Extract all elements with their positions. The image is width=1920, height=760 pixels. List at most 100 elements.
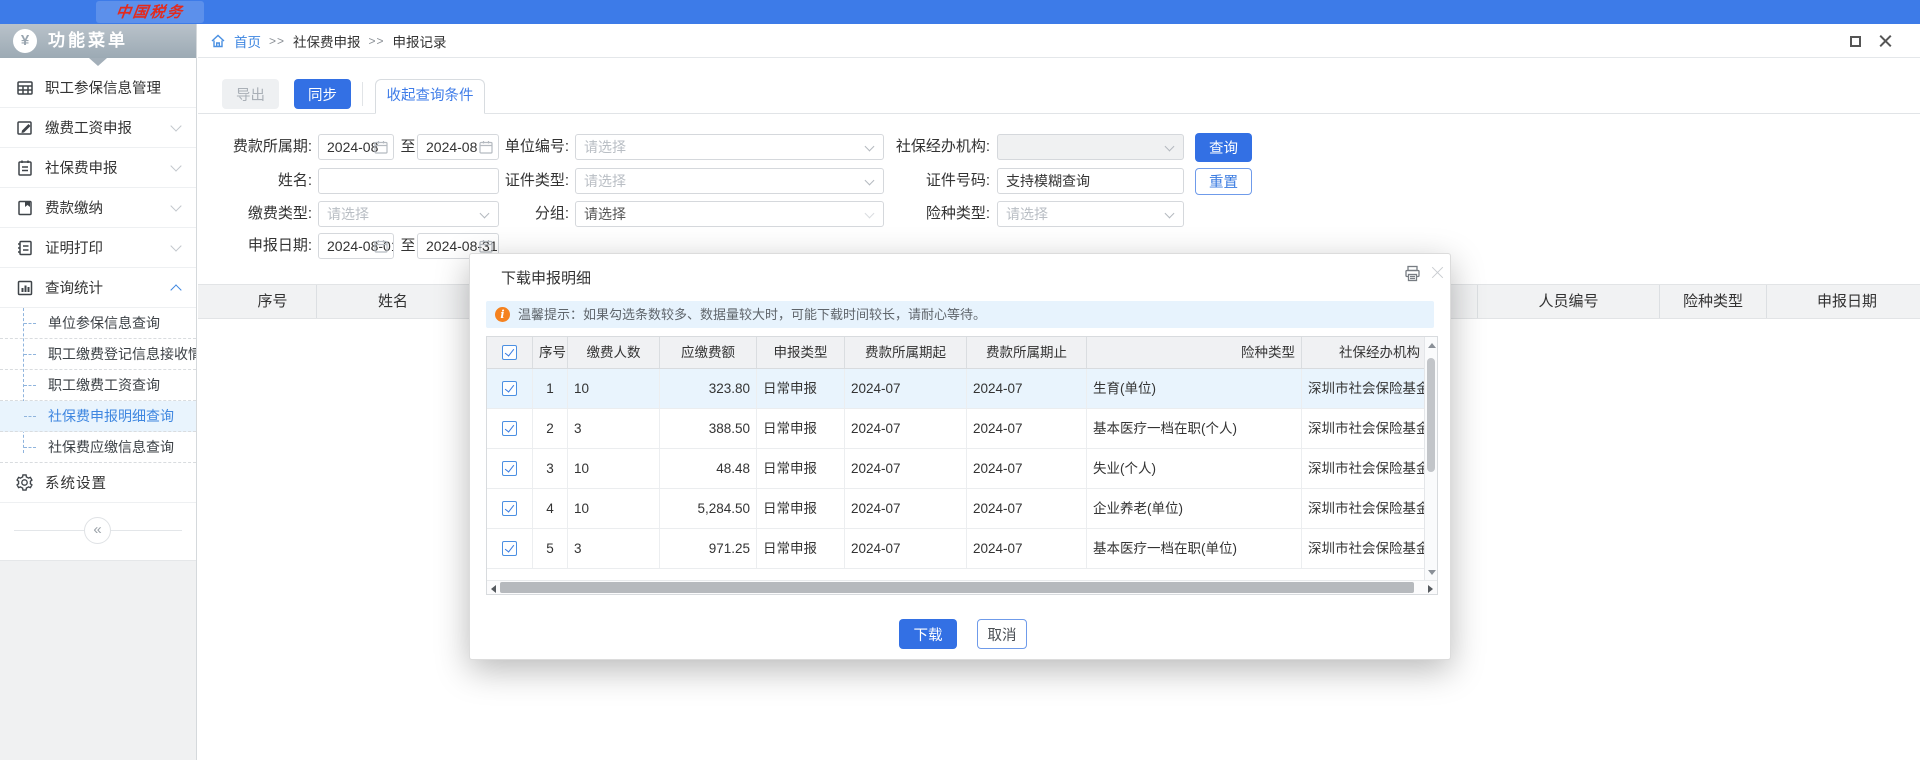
cell-insurance: 失业(个人) [1087, 449, 1302, 488]
query-button[interactable]: 查询 [1195, 133, 1252, 162]
select-all-checkbox[interactable] [502, 345, 517, 360]
sidebar-item-settings[interactable]: 系统设置 [0, 463, 196, 503]
cell-no: 3 [533, 449, 568, 488]
chevron-icon [170, 160, 181, 171]
table-row[interactable]: 4 10 5,284.50 日常申报 2024-07 2024-07 企业养老(… [487, 489, 1437, 529]
sidebar-item[interactable]: 证明打印 [0, 228, 196, 268]
sidebar-item-label: 社保费申报 [45, 157, 118, 178]
table-row[interactable]: 5 3 971.25 日常申报 2024-07 2024-07 基本医疗一档在职… [487, 529, 1437, 569]
cell-type: 日常申报 [757, 529, 845, 568]
row-checkbox[interactable] [502, 541, 517, 556]
results-header-cell: 姓名 [317, 285, 470, 319]
cert-type-select[interactable]: 请选择 [575, 168, 884, 194]
export-button[interactable]: 导出 [222, 79, 279, 109]
results-header-cell: 申报日期 [1767, 285, 1920, 319]
select-all-cell [487, 337, 533, 368]
modal-title: 下载申报明细 [501, 267, 591, 288]
name-label: 姓名: [208, 168, 312, 194]
sidebar-item[interactable]: 查询统计 [0, 268, 196, 308]
cell-insurance: 基本医疗一档在职(个人) [1087, 409, 1302, 448]
cancel-button[interactable]: 取消 [977, 619, 1027, 649]
close-icon[interactable] [1879, 35, 1892, 48]
sidebar-subitem[interactable]: 职工缴费工资查询 [0, 370, 196, 401]
table-row[interactable]: 2 3 388.50 日常申报 2024-07 2024-07 基本医疗一档在职… [487, 409, 1437, 449]
horizontal-scroll-thumb[interactable] [500, 582, 1414, 593]
sidebar-subitem[interactable]: 社保费应缴信息查询 [0, 432, 196, 463]
breadcrumb-bar: 首页 >> 社保费申报 >> 申报记录 [198, 24, 1920, 58]
cell-agency: 深圳市社会保险基金管理 [1302, 529, 1426, 568]
cell-period-from: 2024-07 [845, 489, 967, 528]
period-label: 费款所属期: [208, 134, 312, 160]
sidebar-item[interactable]: 缴费工资申报 [0, 108, 196, 148]
cell-insurance: 企业养老(单位) [1087, 489, 1302, 528]
sidebar-menu: 职工参保信息管理 缴费工资申报 社保费申报 费款缴纳 [0, 68, 196, 308]
cell-type: 日常申报 [757, 449, 845, 488]
sidebar-item[interactable]: 费款缴纳 [0, 188, 196, 228]
horizontal-scrollbar[interactable] [487, 580, 1437, 594]
cell-count: 3 [568, 529, 660, 568]
to-label: 至 [400, 134, 416, 160]
download-button[interactable]: 下载 [899, 619, 957, 649]
results-header-cell: 序号 [229, 285, 317, 319]
check-icon [505, 542, 514, 552]
cell-amount: 5,284.50 [660, 489, 757, 528]
period-from-input[interactable]: 2024-08 [318, 134, 394, 160]
sidebar-subitem[interactable]: 职工缴费登记信息接收情 [0, 339, 196, 370]
header-triangle-icon [89, 58, 107, 66]
yuan-icon: ¥ [13, 29, 37, 53]
group-label: 分组: [443, 201, 569, 227]
declare-from-input[interactable]: 2024-08-01 [318, 233, 394, 259]
cell-amount: 971.25 [660, 529, 757, 568]
sync-button[interactable]: 同步 [294, 79, 351, 109]
collapse-query-tab[interactable]: 收起查询条件 [375, 79, 485, 114]
row-checkbox[interactable] [502, 421, 517, 436]
reset-button[interactable]: 重置 [1195, 168, 1252, 195]
print-icon[interactable] [1404, 265, 1421, 282]
table-row[interactable]: 1 10 323.80 日常申报 2024-07 2024-07 生育(单位) … [487, 369, 1437, 409]
chevron-icon [170, 240, 181, 251]
scroll-down-icon[interactable] [1428, 570, 1436, 575]
sidebar-item-label: 缴费工资申报 [45, 117, 132, 138]
modal-tip-text: 温馨提示：如果勾选条数较多、数据量较大时，可能下载时间较长，请耐心等待。 [518, 307, 986, 322]
unit-select[interactable]: 请选择 [575, 134, 884, 160]
row-checkbox[interactable] [502, 501, 517, 516]
calendar-icon [479, 239, 493, 253]
row-checkbox[interactable] [502, 461, 517, 476]
scroll-up-icon[interactable] [1428, 343, 1436, 348]
vertical-scroll-thumb[interactable] [1427, 358, 1435, 472]
scroll-right-icon[interactable] [1428, 585, 1433, 593]
sidebar-item-label: 费款缴纳 [45, 197, 103, 218]
sidebar-subitem[interactable]: 社保费申报明细查询 [0, 401, 196, 432]
check-icon [505, 346, 514, 356]
receipt-icon [16, 239, 34, 257]
cell-period-to: 2024-07 [967, 369, 1087, 408]
modal-close-icon[interactable] [1431, 267, 1444, 280]
sidebar-collapse-button[interactable]: « [84, 517, 111, 544]
chevron-icon [170, 284, 181, 295]
vertical-scrollbar[interactable] [1424, 337, 1437, 581]
cert-type-label: 证件类型: [443, 168, 569, 194]
maximize-icon[interactable] [1850, 36, 1861, 47]
cert-no-input[interactable]: 支持模糊查询 [997, 168, 1184, 194]
breadcrumb-separator: >> [269, 34, 285, 48]
cell-insurance: 基本医疗一档在职(单位) [1087, 529, 1302, 568]
scroll-left-icon[interactable] [491, 585, 496, 593]
cell-agency: 深圳市社会保险基金管理 [1302, 369, 1426, 408]
home-icon [210, 33, 226, 49]
sidebar-item-label: 证明打印 [45, 237, 103, 258]
table-row[interactable]: 3 10 48.48 日常申报 2024-07 2024-07 失业(个人) 深… [487, 449, 1437, 489]
sidebar-subitem[interactable]: 单位参保信息查询 [0, 308, 196, 339]
insurance-type-select[interactable]: 请选择 [997, 201, 1184, 227]
sidebar-item[interactable]: 职工参保信息管理 [0, 68, 196, 108]
sidebar-item[interactable]: 社保费申报 [0, 148, 196, 188]
cell-period-from: 2024-07 [845, 369, 967, 408]
group-select[interactable]: 请选择 [575, 201, 884, 227]
pay-type-label: 缴费类型: [208, 201, 312, 227]
cell-period-to: 2024-07 [967, 449, 1087, 488]
calendar-icon [374, 140, 388, 154]
cell-no: 1 [533, 369, 568, 408]
agency-select[interactable] [997, 134, 1184, 160]
breadcrumb-home-link[interactable]: 首页 [234, 31, 261, 51]
chevron-down-icon [1165, 209, 1175, 219]
row-checkbox[interactable] [502, 381, 517, 396]
